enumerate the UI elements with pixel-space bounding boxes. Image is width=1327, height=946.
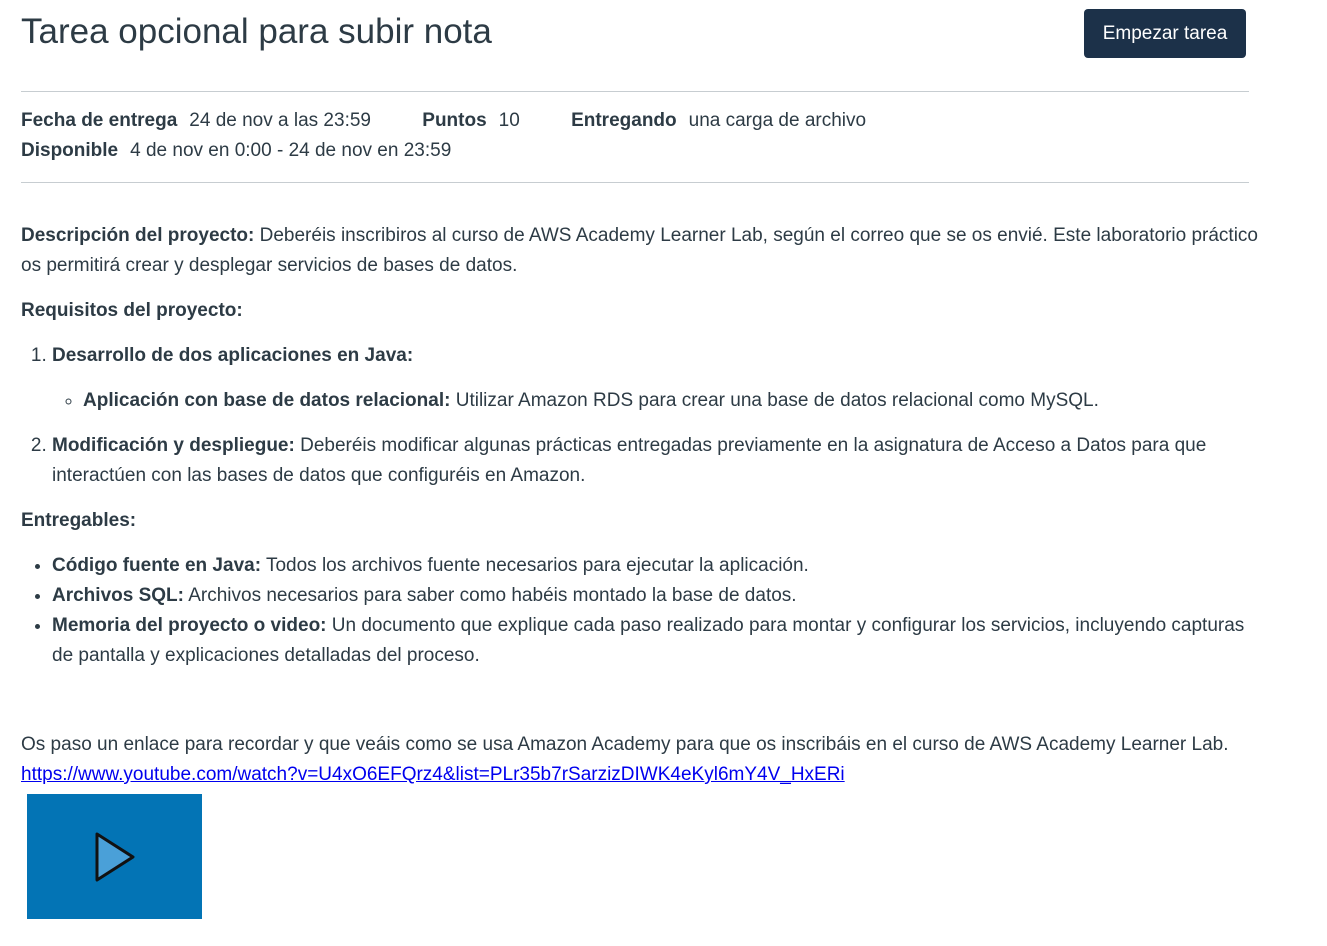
deliverable-3-label: Memoria del proyecto o video: <box>52 615 327 636</box>
deliverables-heading-text: Entregables: <box>21 510 137 531</box>
deliverables-heading: Entregables: <box>21 506 1261 536</box>
availability: Disponible 4 de nov en 0:00 - 24 de nov e… <box>21 139 451 163</box>
video-thumbnail[interactable] <box>27 794 202 919</box>
requirement-1-title: Desarrollo de dos aplicaciones en Java: <box>52 345 414 366</box>
play-icon <box>95 832 134 881</box>
requirements-list: Desarrollo de dos aplicaciones en Java: … <box>21 341 1261 491</box>
available-value: 4 de nov en 0:00 - 24 de nov en 23:59 <box>130 140 452 161</box>
due-date: Fecha de entrega 24 de nov a las 23:59 <box>21 109 371 133</box>
divider <box>21 182 1249 183</box>
assignment-description: Descripción del proyecto: Deberéis inscr… <box>21 221 1261 671</box>
deliverable-2-label: Archivos SQL: <box>52 585 184 606</box>
submitting-value: una carga de archivo <box>688 110 867 131</box>
points-label: Puntos <box>422 110 487 131</box>
requirement-1-sublist: Aplicación con base de datos relacional:… <box>52 386 1261 416</box>
requirement-1-sub-label: Aplicación con base de datos relacional: <box>83 390 451 411</box>
list-item: Memoria del proyecto o video: Un documen… <box>52 611 1261 671</box>
submitting-label: Entregando <box>571 110 677 131</box>
youtube-link[interactable]: https://www.youtube.com/watch?v=U4xO6EFQ… <box>21 764 845 785</box>
list-item: Modificación y despliegue: Deberéis modi… <box>52 431 1261 491</box>
requirements-heading-text: Requisitos del proyecto: <box>21 300 243 321</box>
deliverable-2-text: Archivos necesarios para saber como habé… <box>183 585 797 606</box>
link-paragraph: Os paso un enlace para recordar y que ve… <box>21 730 1229 790</box>
requirement-1-sub-text: Utilizar Amazon RDS para crear una base … <box>450 390 1099 411</box>
list-item: Código fuente en Java: Todos los archivo… <box>52 551 1261 581</box>
due-date-label: Fecha de entrega <box>21 110 178 131</box>
available-label: Disponible <box>21 140 119 161</box>
deliverable-1-label: Código fuente en Java: <box>52 555 262 576</box>
list-item: Archivos SQL: Archivos necesarios para s… <box>52 581 1261 611</box>
requirements-heading: Requisitos del proyecto: <box>21 296 1261 326</box>
page-title: Tarea opcional para subir nota <box>21 12 492 51</box>
points: Puntos 10 <box>422 109 520 133</box>
list-item: Desarrollo de dos aplicaciones en Java: … <box>52 341 1261 416</box>
deliverable-1-text: Todos los archivos fuente necesarios par… <box>261 555 809 576</box>
list-item: Aplicación con base de datos relacional:… <box>83 386 1261 416</box>
due-date-value: 24 de nov a las 23:59 <box>189 110 371 131</box>
requirement-2-label: Modificación y despliegue: <box>52 435 295 456</box>
link-intro: Os paso un enlace para recordar y que ve… <box>21 734 1229 755</box>
deliverables-list: Código fuente en Java: Todos los archivo… <box>21 551 1261 671</box>
submitting: Entregando una carga de archivo <box>571 109 866 133</box>
points-value: 10 <box>498 110 520 131</box>
assignment-details: Fecha de entrega 24 de nov a las 23:59 Pu… <box>21 109 866 133</box>
start-assignment-button[interactable]: Empezar tarea <box>1084 9 1246 58</box>
project-description: Descripción del proyecto: Deberéis inscr… <box>21 221 1261 281</box>
divider <box>21 91 1249 92</box>
description-label: Descripción del proyecto: <box>21 225 255 246</box>
